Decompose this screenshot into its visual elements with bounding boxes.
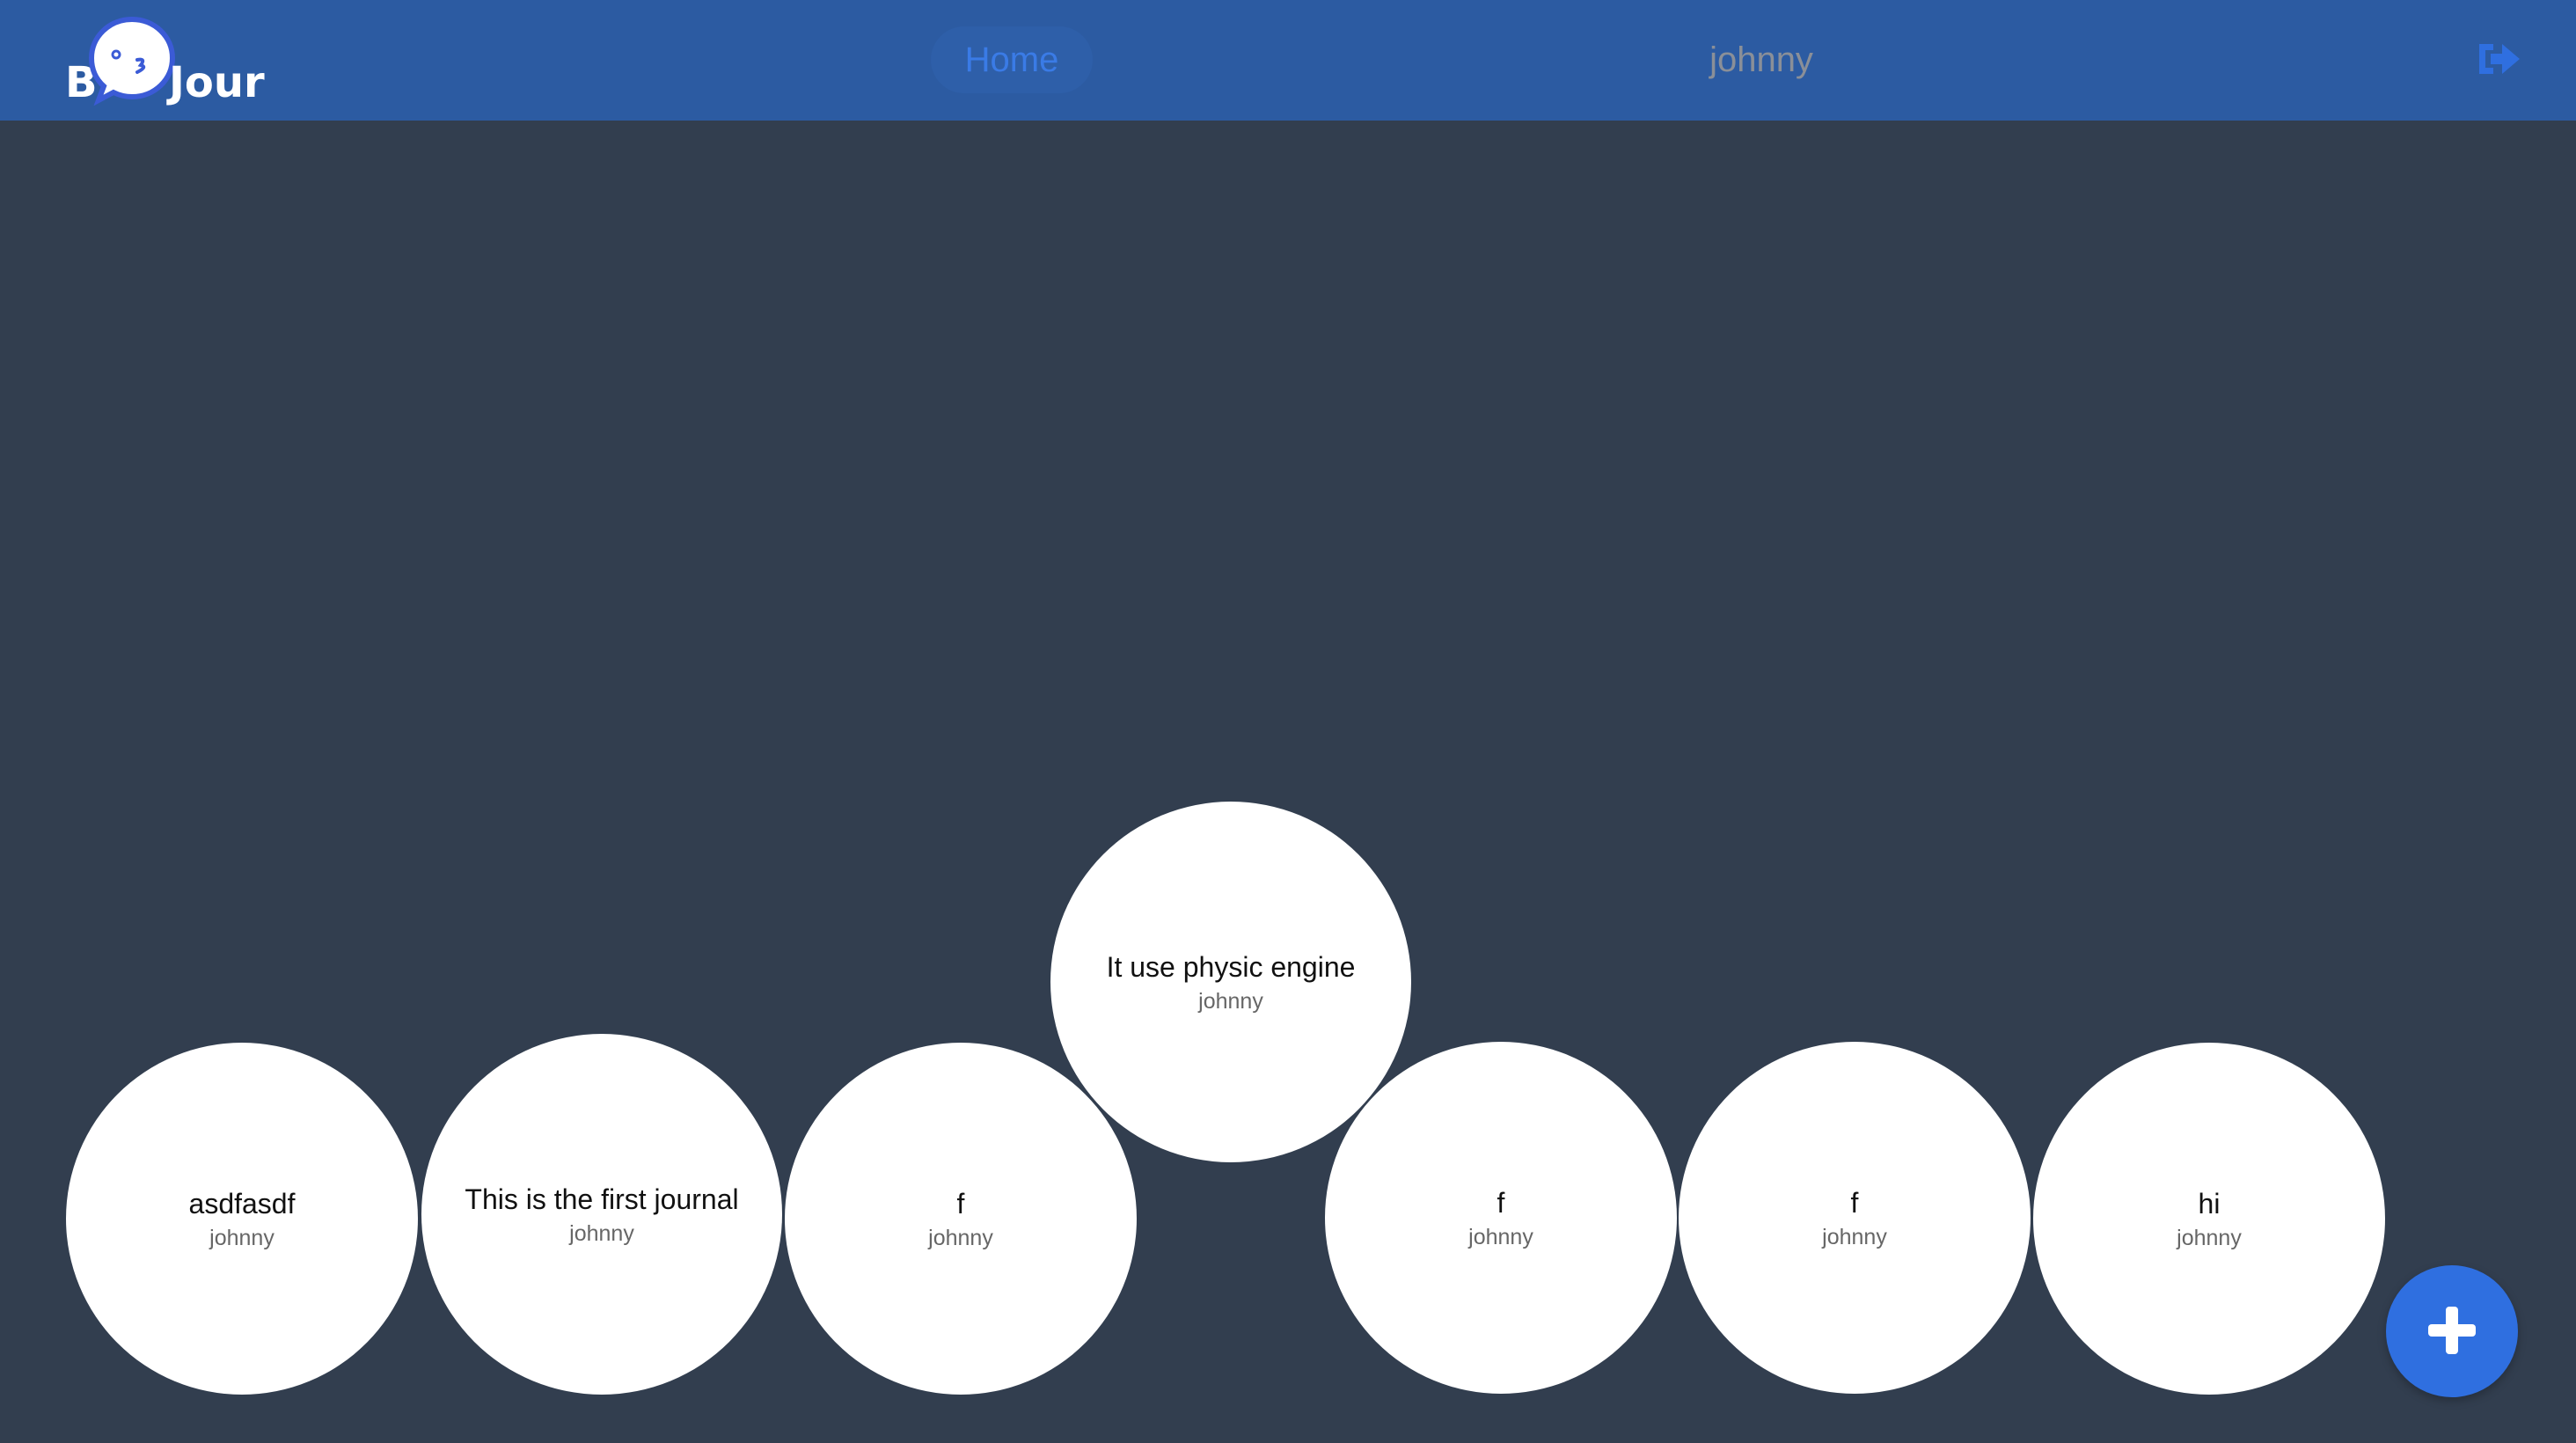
journal-bubble[interactable]: f johnny bbox=[785, 1043, 1137, 1395]
journal-bubble[interactable]: It use physic engine johnny bbox=[1050, 802, 1411, 1162]
journal-title: f bbox=[1850, 1187, 1859, 1220]
logo-text-jour: Jour bbox=[169, 58, 265, 107]
journal-title: hi bbox=[2198, 1188, 2221, 1220]
journal-author: johnny bbox=[1198, 988, 1263, 1014]
journal-author: johnny bbox=[569, 1220, 634, 1246]
sign-out-icon[interactable] bbox=[2476, 39, 2521, 79]
journal-title: It use physic engine bbox=[1106, 951, 1356, 984]
journal-bubble[interactable]: f johnny bbox=[1325, 1042, 1677, 1394]
journal-title: f bbox=[1497, 1187, 1505, 1220]
app-logo[interactable]: B Jour bbox=[62, 9, 282, 114]
journal-author: johnny bbox=[209, 1225, 274, 1250]
plus-icon-stroke bbox=[2446, 1307, 2458, 1354]
journal-bubble[interactable]: This is the first journal johnny bbox=[421, 1034, 782, 1395]
speech-bubble-face-icon bbox=[88, 16, 176, 106]
journal-author: johnny bbox=[1468, 1224, 1533, 1249]
nav-username[interactable]: johnny bbox=[1672, 26, 1851, 93]
journal-author: johnny bbox=[928, 1225, 993, 1250]
top-navbar: B Jour Home johnny bbox=[0, 0, 2576, 121]
journal-bubble[interactable]: hi johnny bbox=[2033, 1043, 2385, 1395]
nav-home-link[interactable]: Home bbox=[931, 26, 1093, 93]
journal-author: johnny bbox=[2177, 1225, 2242, 1250]
journal-title: asdfasdf bbox=[188, 1188, 296, 1220]
journal-bubble[interactable]: f johnny bbox=[1679, 1042, 2031, 1394]
journal-author: johnny bbox=[1822, 1224, 1887, 1249]
journal-bubble[interactable]: asdfasdf johnny bbox=[66, 1043, 418, 1395]
journal-title: f bbox=[956, 1188, 965, 1220]
add-journal-button[interactable] bbox=[2386, 1265, 2518, 1397]
journal-title: This is the first journal bbox=[465, 1183, 739, 1216]
